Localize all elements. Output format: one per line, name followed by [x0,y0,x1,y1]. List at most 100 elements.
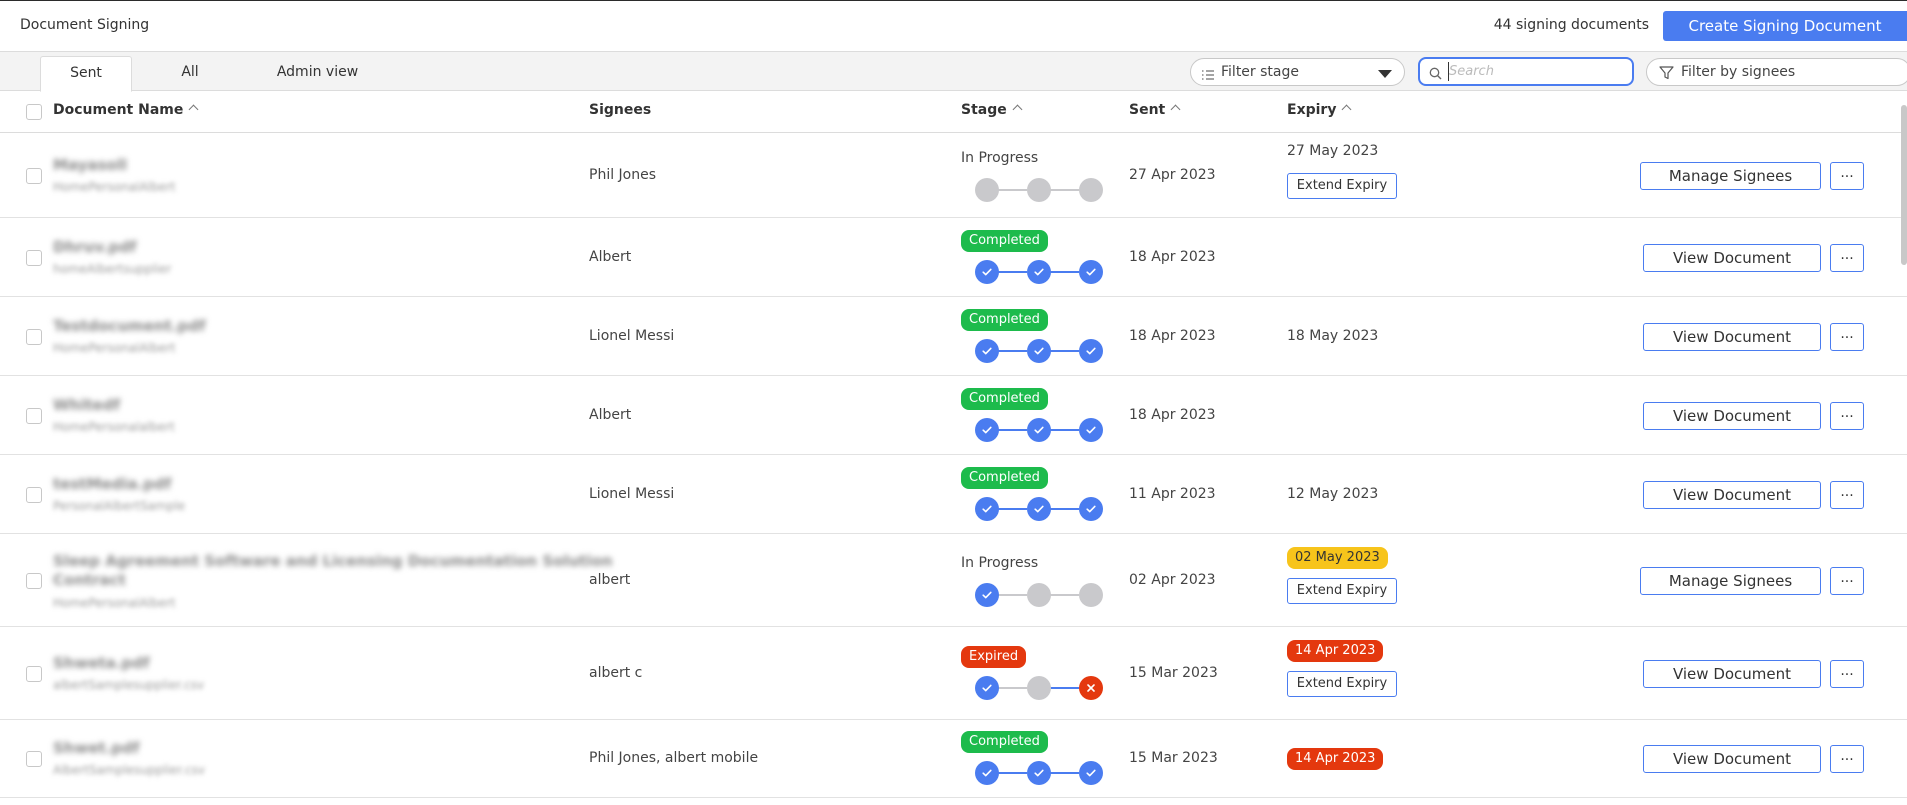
step-pending-dot [1027,582,1051,607]
expiry-badge: 14 Apr 2023 [1287,748,1384,770]
view-document-button[interactable]: View Document [1643,322,1821,351]
view-document-button[interactable]: View Document [1643,243,1821,272]
extend-expiry-button[interactable]: Extend Expiry [1287,577,1397,604]
row-checkbox[interactable] [26,249,42,266]
stage-badge: Completed [961,466,1048,489]
stage-progress-stepper [975,259,1105,284]
stepper-connector [1049,349,1079,352]
document-folder: PersonalAlbertSample [53,498,186,513]
step-complete-check-icon [975,582,999,607]
row-checkbox[interactable] [26,751,42,767]
row-checkbox[interactable] [26,572,42,589]
document-name[interactable]: Dhruv.pdf [53,238,136,256]
stepper-connector [997,772,1027,774]
step-complete-check-icon [975,338,999,363]
signees-cell: Lionel Messi [589,485,675,502]
column-stage[interactable]: Stage [961,102,1023,118]
more-options-button[interactable]: ... [1830,480,1864,509]
tab-all[interactable]: All [150,56,230,91]
sent-date: 18 Apr 2023 [1129,327,1216,344]
stage-progress-stepper [975,338,1105,363]
sort-up-icon [1170,104,1181,115]
tab-admin-view[interactable]: Admin view [270,56,365,91]
row-checkbox[interactable] [26,665,42,682]
list-filter-icon [1201,66,1215,85]
toolbar: Sent All Admin view Filter stage Filter … [0,52,1907,92]
stepper-connector [997,428,1027,431]
table-row: Dhruv.pdf homeAlbertsupplier Albert Complet… [0,218,1907,297]
column-sent-label: Sent [1129,102,1166,118]
row-checkbox[interactable] [26,328,42,345]
column-expiry[interactable]: Expiry [1287,102,1352,118]
more-options-button[interactable]: ... [1830,243,1864,272]
step-complete-check-icon [975,496,999,521]
tab-sent[interactable]: Sent [40,56,132,92]
signees-cell: Lionel Messi [589,327,675,344]
stage-progress-stepper [975,177,1105,202]
more-options-button[interactable]: ... [1830,659,1864,688]
stage-badge: Expired [961,645,1027,668]
search-icon [1429,65,1442,84]
more-options-button[interactable]: ... [1830,745,1864,773]
extend-expiry-button[interactable]: Extend Expiry [1287,670,1397,697]
view-document-button[interactable]: View Document [1643,401,1821,430]
stage-badge: Completed [961,308,1048,331]
table-row: Testdocument.pdf HomePersonalAlbert Lionel… [0,297,1907,376]
more-options-button[interactable]: ... [1830,161,1864,190]
filter-stage-dropdown[interactable]: Filter stage [1190,58,1405,86]
column-document-name[interactable]: Document Name [53,102,199,118]
column-signees-label: Signees [589,102,652,118]
step-complete-check-icon [1027,259,1051,284]
step-complete-check-icon [975,417,999,442]
row-checkbox[interactable] [26,167,42,184]
expiry-badge: 14 Apr 2023 [1287,639,1384,662]
step-complete-check-icon [1027,761,1051,785]
select-all-checkbox[interactable] [26,104,42,120]
scrollbar[interactable] [1901,105,1907,265]
funnel-filter-icon [1659,65,1674,84]
document-name[interactable]: Mayasoll [53,156,127,174]
manage-signees-button[interactable]: Manage Signees [1640,566,1821,595]
search-input[interactable] [1448,62,1624,81]
extend-expiry-button[interactable]: Extend Expiry [1287,172,1397,199]
step-complete-check-icon [1027,417,1051,442]
document-name[interactable]: Shweta.pdf [53,654,150,672]
manage-signees-button[interactable]: Manage Signees [1640,161,1821,190]
stage-label: In Progress [961,554,1039,571]
expiry-date: 12 May 2023 [1287,485,1379,502]
signees-cell: albert [589,571,631,588]
document-name[interactable]: Whitedf [53,396,120,414]
view-document-button[interactable]: View Document [1643,480,1821,509]
column-sent[interactable]: Sent [1129,102,1181,118]
step-failed-x-icon [1079,675,1103,700]
more-options-button[interactable]: ... [1830,322,1864,351]
document-name-continued[interactable]: Contract [53,571,126,589]
sent-date: 18 Apr 2023 [1129,248,1216,265]
view-document-button[interactable]: View Document [1643,745,1821,773]
table-row: testMedia.pdf PersonalAlbertSample Lionel … [0,455,1907,534]
document-name[interactable]: Testdocument.pdf [53,317,205,335]
stage-progress-stepper [975,417,1105,442]
step-complete-check-icon [975,259,999,284]
row-checkbox[interactable] [26,407,42,424]
document-name[interactable]: testMedia.pdf [53,475,171,493]
row-checkbox[interactable] [26,486,42,503]
view-document-button[interactable]: View Document [1643,659,1821,688]
column-expiry-label: Expiry [1287,102,1337,118]
sent-date: 27 Apr 2023 [1129,166,1216,183]
table-row: Shwet.pdf AlbertSamplesupplier.csv Phil Jo… [0,720,1907,798]
filter-signees-dropdown[interactable]: Filter by signees [1646,58,1907,86]
document-folder: HomePersonalAlbert [53,340,176,355]
step-complete-check-icon [1079,417,1103,442]
step-complete-check-icon [975,675,999,700]
stage-badge: Completed [961,387,1048,410]
column-document-name-label: Document Name [53,102,184,118]
step-pending-dot [1079,582,1103,607]
create-signing-document-button[interactable]: Create Signing Document [1663,11,1907,41]
more-options-button[interactable]: ... [1830,566,1864,595]
document-name[interactable]: Sleep Agreement Software and Licensing D… [53,552,613,570]
document-folder: HomePersonalalbert [53,419,175,434]
more-options-button[interactable]: ... [1830,401,1864,430]
document-name[interactable]: Shwet.pdf [53,739,139,757]
stepper-connector [997,270,1027,273]
